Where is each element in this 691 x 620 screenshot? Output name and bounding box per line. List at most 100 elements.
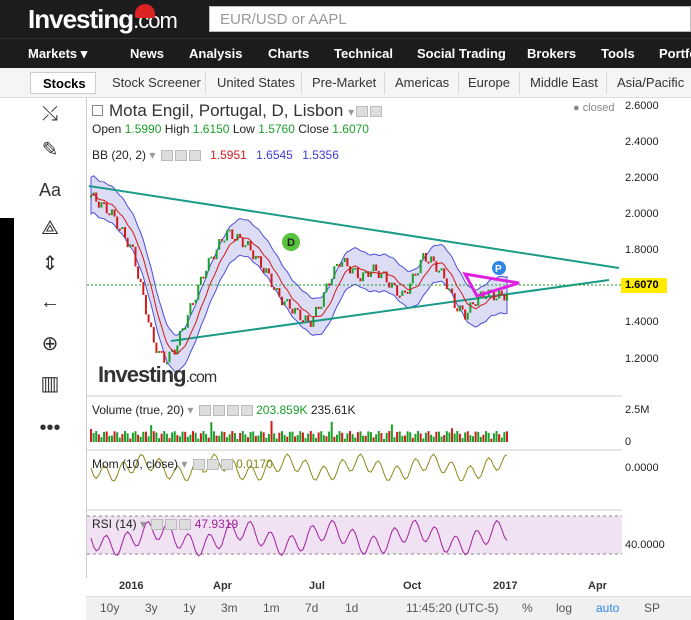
volume-bar — [440, 436, 443, 442]
nav-technical[interactable]: Technical — [334, 46, 393, 61]
y-tick: 1.2000 — [625, 353, 659, 365]
candle — [309, 321, 312, 327]
candle — [110, 209, 113, 216]
candle — [288, 299, 291, 309]
rsi-tick: 40.0000 — [625, 539, 665, 551]
volume-bar — [252, 431, 255, 442]
nav-brokers[interactable]: Brokers — [527, 46, 576, 61]
volume-bar — [487, 432, 490, 442]
volume-bar — [424, 432, 427, 442]
bb-legend[interactable]: BB (20, 2) ▾ 1.5951 1.6545 1.5356 — [92, 148, 339, 162]
range-1y[interactable]: 1y — [183, 601, 196, 615]
volume-bar — [372, 437, 375, 442]
volume-bar — [312, 433, 315, 442]
subnav-middle-east[interactable]: Middle East — [530, 75, 598, 90]
volume-bar — [291, 431, 294, 442]
percent-toggle[interactable]: % — [522, 601, 533, 615]
volume-bar — [165, 433, 168, 442]
measure-tool-icon[interactable]: ⇕ — [36, 250, 64, 278]
candle — [427, 261, 430, 264]
candle — [315, 306, 318, 317]
text-tool-icon[interactable]: Aa — [36, 176, 64, 204]
log-toggle[interactable]: log — [556, 601, 572, 615]
nav-markets[interactable]: Markets ▾ — [28, 46, 87, 62]
volume-legend[interactable]: Volume (true, 20) ▾ 203.859K 235.61K — [92, 403, 356, 417]
brush-tool-icon[interactable]: ✎ — [36, 136, 64, 164]
range-3m[interactable]: 3m — [221, 601, 238, 615]
subnav-stock-screener[interactable]: Stock Screener — [112, 75, 201, 90]
nav-tools[interactable]: Tools — [601, 46, 635, 61]
main-nav: Markets ▾ News Analysis Charts Technical… — [0, 38, 691, 68]
back-arrow-icon[interactable]: ← — [36, 288, 64, 316]
crosshair-tool-icon[interactable]: ⤯ — [36, 100, 64, 128]
nav-social-trading[interactable]: Social Trading — [417, 46, 506, 61]
marker-d-label: D — [287, 237, 295, 249]
mom-legend[interactable]: Mom (10, close) ▾ 0.0170 — [92, 457, 273, 471]
candle — [354, 267, 357, 270]
volume-bar — [90, 429, 92, 442]
auto-toggle[interactable]: auto — [596, 601, 619, 615]
subnav-stocks[interactable]: Stocks — [30, 72, 96, 94]
candle — [116, 216, 119, 229]
volume-bar — [129, 438, 132, 442]
candle — [377, 270, 380, 279]
volume-bar — [236, 438, 239, 442]
volume-bar — [110, 435, 113, 442]
nav-portfolio[interactable]: Portfo — [659, 46, 691, 61]
subnav-europe[interactable]: Europe — [468, 75, 510, 90]
nav-analysis[interactable]: Analysis — [189, 46, 242, 61]
volume-bar — [503, 432, 506, 442]
candle — [356, 267, 359, 279]
volume-bar — [369, 432, 372, 442]
more-icon[interactable]: ••• — [36, 414, 64, 442]
range-7d[interactable]: 7d — [305, 601, 318, 615]
volume-bar — [380, 433, 383, 442]
volume-bar — [202, 431, 205, 442]
indicators-icon[interactable]: ▥ — [36, 370, 64, 398]
subnav-pre-market[interactable]: Pre-Market — [312, 75, 376, 90]
investing-logo[interactable]: Investing.com — [28, 4, 178, 35]
investing-watermark: Investing.com — [98, 362, 217, 387]
candle — [241, 237, 244, 248]
candle — [134, 246, 137, 267]
range-10y[interactable]: 10y — [100, 601, 119, 615]
candle — [464, 309, 467, 320]
volume-bar — [223, 432, 226, 442]
candle — [270, 273, 273, 288]
candle — [325, 283, 328, 293]
range-toolbar: 10y 3y 1y 3m 1m 7d 1d 11:45:20 (UTC-5) %… — [86, 596, 691, 620]
price-chart-svg[interactable]: D P — [87, 98, 622, 578]
range-1m[interactable]: 1m — [263, 601, 280, 615]
rsi-legend[interactable]: RSI (14) ▾ 47.9319 — [92, 517, 238, 531]
volume-bar — [495, 431, 498, 442]
subnav-asia-pacific[interactable]: Asia/Pacific — [617, 75, 684, 90]
volume-bar — [432, 436, 435, 442]
volume-bar — [367, 431, 370, 442]
candle — [448, 288, 451, 291]
nav-news[interactable]: News — [130, 46, 164, 61]
chart-area[interactable]: D P — [86, 98, 622, 578]
subnav-americas[interactable]: Americas — [395, 75, 449, 90]
candle — [178, 330, 181, 346]
volume-bar — [322, 435, 325, 442]
sp-toggle[interactable]: SP — [644, 601, 660, 615]
candle — [105, 202, 108, 214]
pattern-tool-icon[interactable]: ⟁ — [36, 214, 64, 242]
volume-bar — [383, 438, 386, 442]
zoom-icon[interactable]: ⊕ — [36, 330, 64, 358]
divider — [519, 72, 520, 94]
volume-bar — [411, 437, 414, 442]
range-1d[interactable]: 1d — [345, 601, 358, 615]
candle — [226, 230, 229, 241]
nav-charts[interactable]: Charts — [268, 46, 309, 61]
range-3y[interactable]: 3y — [145, 601, 158, 615]
subnav-united-states[interactable]: United States — [217, 75, 295, 90]
candle — [199, 276, 202, 285]
search-input[interactable]: EUR/USD or AAPL — [209, 6, 691, 32]
volume-bar — [341, 432, 344, 442]
candle — [150, 322, 153, 327]
volume-bar — [118, 437, 121, 442]
volume-bar — [385, 432, 388, 442]
candle — [435, 261, 438, 272]
volume-bar — [100, 437, 103, 442]
